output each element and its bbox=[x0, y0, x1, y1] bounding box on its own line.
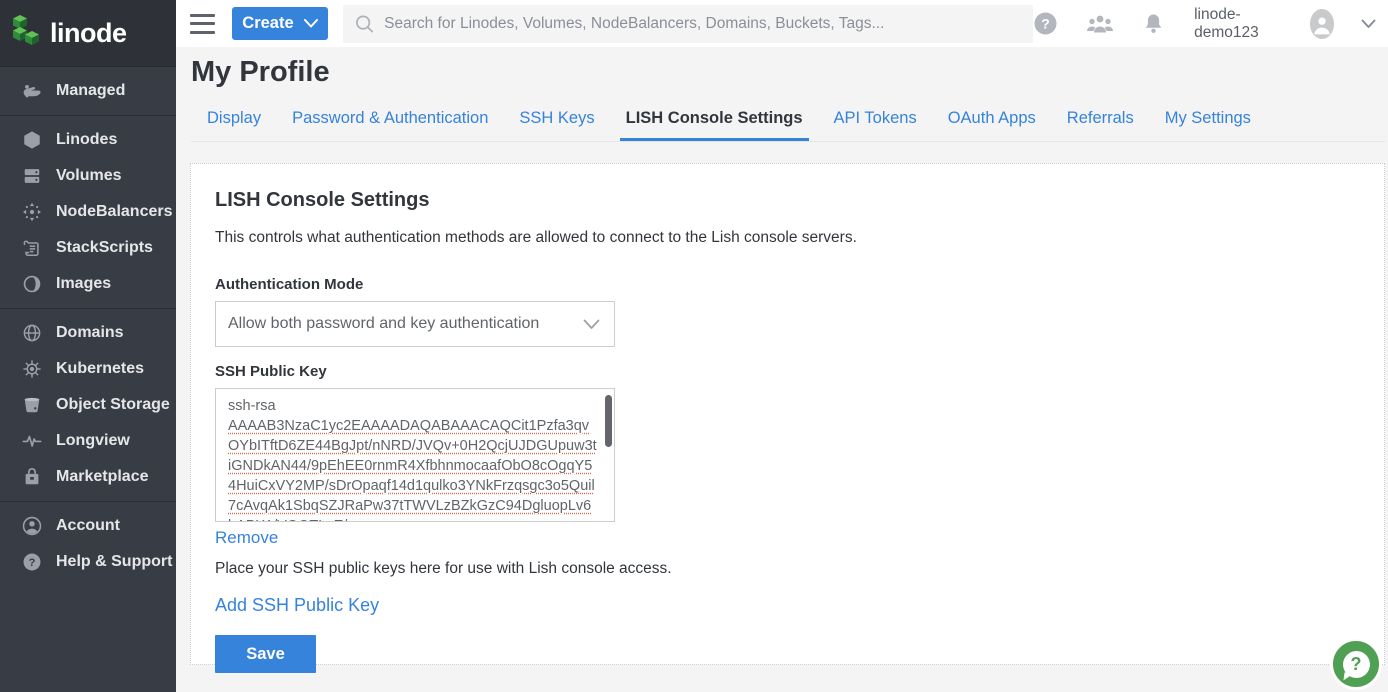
linodes-icon bbox=[21, 129, 43, 151]
logo-wordmark: linode bbox=[50, 18, 127, 49]
sidebar-item-managed[interactable]: Managed bbox=[0, 73, 176, 109]
sidebar-item-object-storage[interactable]: Object Storage bbox=[0, 387, 176, 423]
images-icon bbox=[21, 273, 43, 295]
authentication-mode-label: Authentication Mode bbox=[215, 276, 1360, 293]
sidebar-item-images[interactable]: Images bbox=[0, 266, 176, 302]
tab-referrals[interactable]: Referrals bbox=[1061, 109, 1140, 141]
ssh-public-key-label: SSH Public Key bbox=[215, 363, 1360, 380]
community-icon[interactable] bbox=[1085, 13, 1115, 35]
hamburger-icon[interactable] bbox=[190, 14, 215, 34]
kubernetes-icon bbox=[21, 358, 43, 380]
textarea-scrollbar[interactable] bbox=[605, 395, 612, 447]
object-storage-icon bbox=[21, 394, 43, 416]
help-circle-icon[interactable]: ? bbox=[1033, 11, 1058, 36]
sidebar-item-kubernetes[interactable]: Kubernetes bbox=[0, 351, 176, 387]
page-title: My Profile bbox=[191, 56, 1388, 89]
sidebar-item-linodes[interactable]: Linodes bbox=[0, 122, 176, 158]
sidebar-item-marketplace[interactable]: Marketplace bbox=[0, 459, 176, 495]
search-input[interactable] bbox=[384, 15, 1021, 33]
domains-icon bbox=[21, 322, 43, 344]
tab-display[interactable]: Display bbox=[201, 109, 267, 141]
card-description: This controls what authentication method… bbox=[215, 229, 1360, 247]
nodebalancers-icon bbox=[21, 201, 43, 223]
account-menu-chevron-icon[interactable] bbox=[1361, 19, 1376, 29]
lish-settings-card: LISH Console Settings This controls what… bbox=[190, 163, 1385, 665]
volumes-icon bbox=[21, 165, 43, 187]
remove-key-link[interactable]: Remove bbox=[215, 528, 278, 548]
tab-oauth-apps[interactable]: OAuth Apps bbox=[942, 109, 1042, 141]
authentication-mode-select[interactable]: Allow both password and key authenticati… bbox=[215, 301, 615, 347]
global-search[interactable] bbox=[343, 5, 1033, 43]
sidebar-item-nodebalancers[interactable]: NodeBalancers bbox=[0, 194, 176, 230]
save-button[interactable]: Save bbox=[215, 635, 316, 673]
marketplace-icon bbox=[21, 466, 43, 488]
main-content: My Profile Display Password & Authentica… bbox=[176, 47, 1388, 692]
topbar: Create ? linode-demo123 bbox=[176, 0, 1388, 47]
sidebar-item-account[interactable]: Account bbox=[0, 508, 176, 544]
linode-logo[interactable]: linode bbox=[0, 0, 176, 67]
help-fab-button[interactable]: ? bbox=[1330, 638, 1382, 690]
sidebar-item-longview[interactable]: Longview bbox=[0, 423, 176, 459]
avatar[interactable] bbox=[1310, 9, 1334, 39]
help-bubble-icon: ? bbox=[1343, 651, 1370, 678]
sidebar: linode Managed Linodes Volumes N bbox=[0, 0, 176, 692]
notifications-bell-icon[interactable] bbox=[1142, 12, 1165, 36]
add-ssh-public-key-link[interactable]: Add SSH Public Key bbox=[215, 595, 379, 616]
stackscripts-icon bbox=[21, 237, 43, 259]
create-button[interactable]: Create bbox=[232, 7, 328, 40]
svg-text:?: ? bbox=[29, 557, 36, 569]
help-support-icon: ? bbox=[21, 551, 43, 573]
chevron-down-icon bbox=[583, 319, 600, 330]
ssh-key-prefix: ssh-rsa bbox=[228, 398, 276, 414]
tab-password-authentication[interactable]: Password & Authentication bbox=[286, 109, 494, 141]
card-title: LISH Console Settings bbox=[215, 189, 1360, 212]
longview-icon bbox=[21, 430, 43, 452]
authentication-mode-value: Allow both password and key authenticati… bbox=[228, 315, 539, 333]
ssh-key-hint: Place your SSH public keys here for use … bbox=[215, 560, 1360, 578]
tab-my-settings[interactable]: My Settings bbox=[1159, 109, 1257, 141]
account-icon bbox=[21, 515, 43, 537]
tab-lish-console-settings[interactable]: LISH Console Settings bbox=[620, 109, 809, 141]
sidebar-item-stackscripts[interactable]: StackScripts bbox=[0, 230, 176, 266]
search-icon bbox=[355, 14, 374, 34]
tab-ssh-keys[interactable]: SSH Keys bbox=[513, 109, 600, 141]
sidebar-item-domains[interactable]: Domains bbox=[0, 315, 176, 351]
sidebar-item-volumes[interactable]: Volumes bbox=[0, 158, 176, 194]
sidebar-item-help-support[interactable]: ? Help & Support bbox=[0, 544, 176, 580]
profile-tabs: Display Password & Authentication SSH Ke… bbox=[191, 109, 1385, 142]
managed-icon bbox=[21, 80, 43, 102]
ssh-public-key-textarea[interactable]: ssh-rsa AAAAB3NzaC1yc2EAAAADAQABAAACAQCi… bbox=[215, 388, 615, 522]
ssh-key-value: AAAAB3NzaC1yc2EAAAADAQABAAACAQCit1Pzfa3q… bbox=[228, 418, 597, 522]
username[interactable]: linode-demo123 bbox=[1194, 6, 1283, 42]
chevron-down-icon bbox=[304, 19, 318, 28]
linode-logo-icon bbox=[12, 14, 42, 53]
svg-text:?: ? bbox=[1041, 16, 1050, 32]
tab-api-tokens[interactable]: API Tokens bbox=[828, 109, 923, 141]
